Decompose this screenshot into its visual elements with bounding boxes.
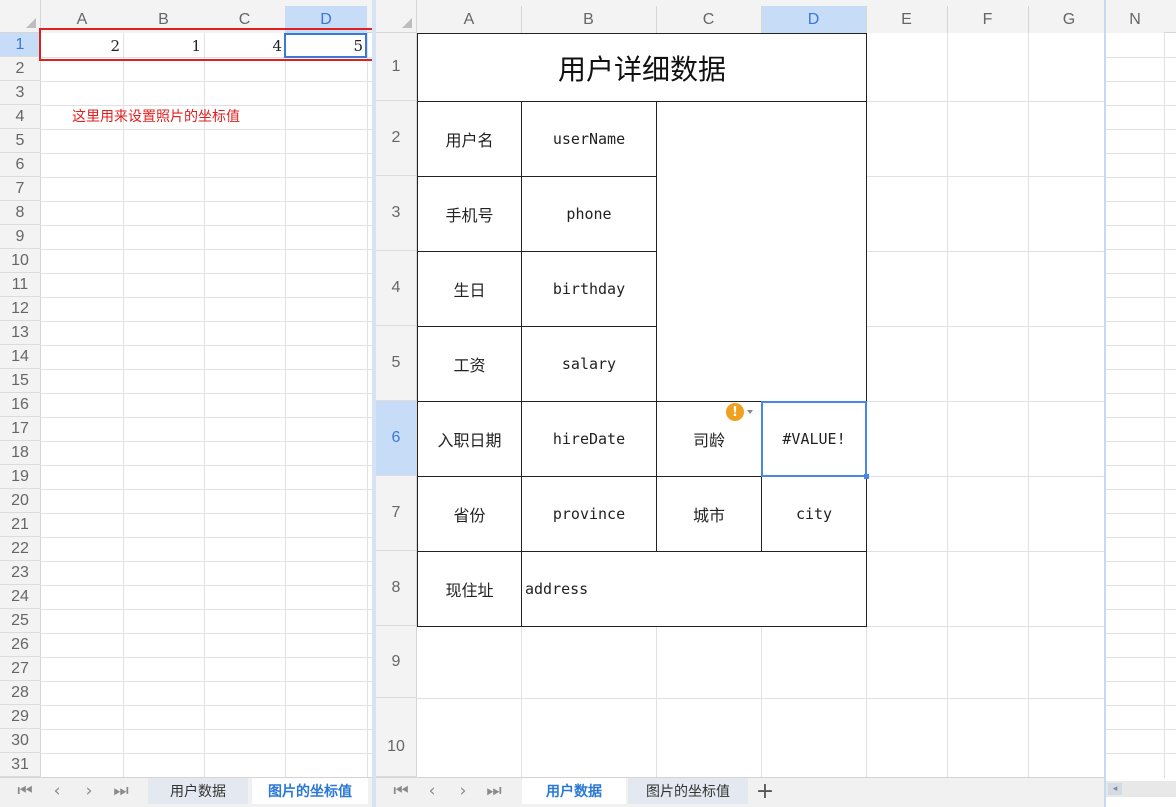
r-column-header-a[interactable]: A [417,6,521,33]
r-column-header-c[interactable]: C [656,6,761,33]
row-header-10[interactable]: 10 [0,249,41,273]
row-header-27[interactable]: 27 [0,657,41,681]
row-header-4[interactable]: 4 [0,105,41,129]
first-sheet-icon[interactable]: ⏮ [12,778,38,804]
last-sheet-icon[interactable]: ⏭ [481,778,507,804]
row-header-2[interactable]: 2 [0,57,41,81]
next-sheet-icon[interactable]: › [450,778,476,804]
r-row-header-7[interactable]: 7 [376,476,417,551]
r-column-header-g[interactable]: G [1028,6,1110,33]
label-hiredate[interactable]: 入职日期 [418,402,521,476]
r-column-header-d[interactable]: D [761,6,866,33]
exclamation-circle-icon[interactable]: ! [726,403,744,421]
row-header-3[interactable]: 3 [0,81,41,105]
row-header-5[interactable]: 5 [0,129,41,153]
row-header-9[interactable]: 9 [0,225,41,249]
r-column-header-e[interactable]: E [866,6,947,33]
label-username[interactable]: 用户名 [418,102,521,176]
field-city[interactable]: city [762,477,866,551]
row-header-29[interactable]: 29 [0,705,41,729]
scroll-left-icon[interactable]: ◂ [1108,783,1122,795]
first-sheet-icon[interactable]: ⏮ [388,778,414,804]
right-tab-user-data[interactable]: 用户数据 [522,778,626,804]
row-header-31[interactable]: 31 [0,753,41,777]
row-header-22[interactable]: 22 [0,537,41,561]
label-salary[interactable]: 工资 [418,327,521,401]
left-tab-user-data[interactable]: 用户数据 [148,778,248,804]
label-province[interactable]: 省份 [418,477,521,551]
row-header-24[interactable]: 24 [0,585,41,609]
row-header-12[interactable]: 12 [0,297,41,321]
prev-sheet-icon[interactable]: ‹ [419,778,445,804]
fill-handle[interactable] [864,474,869,479]
row-header-6[interactable]: 6 [0,153,41,177]
row-header-1[interactable]: 1 [0,33,41,57]
r-row-header-9[interactable]: 9 [376,626,417,698]
r-row-header-5[interactable]: 5 [376,326,417,401]
row-header-21[interactable]: 21 [0,513,41,537]
label-city[interactable]: 城市 [657,477,761,551]
row-header-13[interactable]: 13 [0,321,41,345]
field-salary[interactable]: salary [522,327,656,401]
r-row-header-10[interactable]: 10 [376,698,417,777]
left-tab-photo-coords[interactable]: 图片的坐标值 [252,778,368,804]
row-header-11[interactable]: 11 [0,273,41,297]
last-sheet-icon[interactable]: ⏭ [108,778,134,804]
row-header-14[interactable]: 14 [0,345,41,369]
left-spreadsheet: A B C D 1 2 3 4 5 6 7 8 9 10 11 12 13 14 15 16 17 18 19 20 2… [0,0,372,807]
field-phone[interactable]: phone [522,177,656,251]
row-header-26[interactable]: 26 [0,633,41,657]
row-header-15[interactable]: 15 [0,369,41,393]
prev-sheet-icon[interactable]: ‹ [44,778,70,804]
r-row-header-1[interactable]: 1 [376,33,417,101]
right-tab-photo-coords[interactable]: 图片的坐标值 [628,778,748,804]
r-row-header-3[interactable]: 3 [376,176,417,251]
row-header-8[interactable]: 8 [0,201,41,225]
coordinate-note[interactable]: 这里用来设置照片的坐标值 [72,105,332,129]
row-header-7[interactable]: 7 [0,177,41,201]
field-address[interactable]: address [525,552,855,626]
next-sheet-icon[interactable]: › [76,778,102,804]
r-row-header-8[interactable]: 8 [376,551,417,626]
select-all-corner[interactable] [0,0,41,33]
label-address[interactable]: 现住址 [418,552,521,626]
table-title[interactable]: 用户详细数据 [418,34,866,101]
row-header-25[interactable]: 25 [0,609,41,633]
row-header-16[interactable]: 16 [0,393,41,417]
label-phone[interactable]: 手机号 [418,177,521,251]
select-all-corner-right[interactable] [376,0,417,33]
row-header-19[interactable]: 19 [0,465,41,489]
field-username[interactable]: userName [522,102,656,176]
row-header-18[interactable]: 18 [0,441,41,465]
r-row-header-4[interactable]: 4 [376,251,417,326]
row-header-23[interactable]: 23 [0,561,41,585]
highlight-box [39,28,372,61]
r-row-header-2[interactable]: 2 [376,101,417,176]
selected-cell-d6 [761,401,867,477]
field-hiredate[interactable]: hireDate [522,402,656,476]
right-spreadsheet: A B C D E F G 1 2 3 4 5 6 7 8 9 10 用户详细数据 用户名 手 [376,0,1176,807]
label-seniority[interactable]: 司龄 [657,402,761,476]
r-row-header-6[interactable]: 6 [376,401,417,476]
row-header-17[interactable]: 17 [0,417,41,441]
row-header-28[interactable]: 28 [0,681,41,705]
row-header-30[interactable]: 30 [0,729,41,753]
r-column-header-b[interactable]: B [521,6,656,33]
field-birthday[interactable]: birthday [522,252,656,326]
add-sheet-button[interactable]: + [752,778,778,804]
chevron-down-icon[interactable] [747,410,753,414]
r-column-header-n[interactable]: N [1106,6,1164,33]
row-header-20[interactable]: 20 [0,489,41,513]
label-birthday[interactable]: 生日 [418,252,521,326]
field-province[interactable]: province [522,477,656,551]
r-column-header-f[interactable]: F [947,6,1028,33]
